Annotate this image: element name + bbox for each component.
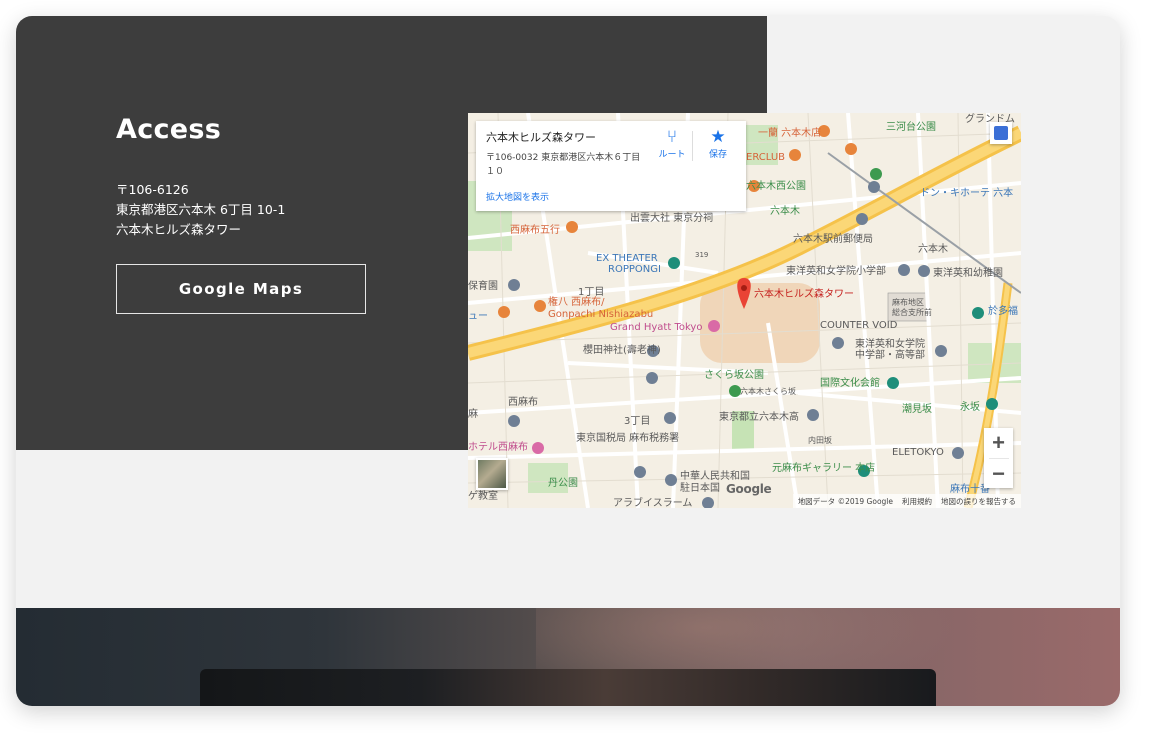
photo-inner-frame xyxy=(200,669,936,706)
directions-icon: ⑂ xyxy=(666,127,678,147)
map-label: Grand Hyatt Tokyo xyxy=(610,322,703,333)
map-label: 永坂 xyxy=(960,402,980,413)
report-error-link[interactable]: 地図の誤りを報告する xyxy=(941,496,1016,507)
pegman-icon xyxy=(994,126,1008,140)
map-label: 六本木 xyxy=(770,206,800,217)
map-data-attribution: 地図データ ©2019 Google xyxy=(797,496,893,506)
larger-map-link[interactable]: 拡大地図を表示 xyxy=(486,190,549,203)
map-label: 一蘭 六本木店 xyxy=(758,128,822,139)
map-label: 東洋英和幼稚園 xyxy=(933,268,1003,279)
page-frame: Access 〒106-6126 東京都港区六本木 6丁目 10-1 六本木ヒル… xyxy=(16,16,1120,706)
zoom-in-button[interactable]: + xyxy=(984,428,1013,458)
map-label: 3丁目 xyxy=(624,416,651,427)
map-label: 保育園 xyxy=(468,281,498,292)
card-divider xyxy=(692,131,693,161)
map-label: 国際文化会館 xyxy=(820,378,880,389)
map-label: 櫻田神社(壽老神) xyxy=(583,345,661,356)
star-icon: ★ xyxy=(710,127,726,147)
map-label: ホテル西麻布 xyxy=(468,442,528,453)
pin-label: 六本木ヒルズ森タワー xyxy=(754,289,854,300)
zoom-out-button[interactable]: − xyxy=(984,459,1013,489)
address-line: 東京都港区六本木 6丁目 10-1 xyxy=(116,202,286,217)
map-label: 丹公園 xyxy=(548,478,578,489)
map-label: ELETOKYO xyxy=(892,447,944,458)
map-label: ROPPONGI xyxy=(608,264,661,275)
google-logo: Google xyxy=(726,482,772,496)
map-label: 潮見坂 xyxy=(902,404,932,415)
route-number: 319 xyxy=(695,251,709,259)
place-title: 六本木ヒルズ森タワー xyxy=(486,131,596,144)
satellite-toggle[interactable] xyxy=(476,458,508,490)
map-label: 中学部・高等部 xyxy=(855,350,925,361)
directions-button[interactable]: ⑂ ルート xyxy=(652,127,692,160)
map-label: アラブイスラーム xyxy=(613,498,693,508)
postal-code: 〒106-6126 xyxy=(116,182,189,197)
map-label: ゲ教室 xyxy=(468,491,498,502)
map-label: Gonpachi Nishiazabu xyxy=(548,309,654,320)
photo-section xyxy=(16,608,1120,706)
place-address: 〒106-0032 東京都港区六本木６丁目１０ xyxy=(486,153,641,177)
map-label: ドン・キホーテ 六本 xyxy=(920,188,1014,199)
building-name: 六本木ヒルズ森タワー xyxy=(116,222,242,237)
map-label: ュー xyxy=(468,311,488,322)
terms-link[interactable]: 利用規約 xyxy=(902,496,932,507)
map-label: 西麻布五行 xyxy=(510,225,560,236)
save-label: 保存 xyxy=(708,150,727,160)
pegman-button[interactable] xyxy=(990,122,1012,144)
map-label: 権八 西麻布/ xyxy=(548,297,605,308)
map-label: 麻 xyxy=(468,409,478,420)
map-label: 六本木駅前郵便局 xyxy=(793,234,873,245)
map-label: 六本木 xyxy=(918,244,948,255)
google-maps-button[interactable]: Google Maps xyxy=(116,264,366,314)
map-label: 西麻布 xyxy=(508,397,538,408)
map-label: COUNTER VOID xyxy=(820,320,898,331)
map-label: 内田坂 xyxy=(808,436,832,445)
map-label: 東京国税局 麻布税務署 xyxy=(576,433,680,444)
access-title: Access xyxy=(116,114,222,145)
map-label: 六本木さくら坂 xyxy=(740,387,796,396)
map-label: 出雲大社 東京分祠 xyxy=(630,213,714,224)
map-label: 東洋英和女学院小学部 xyxy=(786,266,886,277)
zoom-control: + − xyxy=(984,428,1013,488)
map-label: 東京都立六本木高 xyxy=(719,412,799,423)
map-label: 六本木西公園 xyxy=(746,181,806,192)
place-info-card: 六本木ヒルズ森タワー 〒106-0032 東京都港区六本木６丁目１０ 拡大地図を… xyxy=(476,121,746,211)
google-map-embed[interactable]: 六本木ヒルズ森タワー 三河台公園 グランドム 一蘭 六本木店 ERCLUB 六本… xyxy=(468,113,1021,508)
map-label: 於多福 xyxy=(988,306,1018,317)
map-label: 元麻布ギャラリー 本店 xyxy=(772,463,876,474)
map-label: 総合支所前 xyxy=(892,308,932,317)
map-label: 駐日本国 xyxy=(680,483,720,494)
directions-label: ルート xyxy=(658,150,686,160)
save-button[interactable]: ★ 保存 xyxy=(698,127,738,160)
map-footer: 地図データ ©2019 Google 利用規約 地図の誤りを報告する xyxy=(792,494,1021,508)
map-label: 三河台公園 xyxy=(886,122,936,133)
map-label: ERCLUB xyxy=(746,152,786,163)
map-label: さくら坂公園 xyxy=(704,370,764,381)
